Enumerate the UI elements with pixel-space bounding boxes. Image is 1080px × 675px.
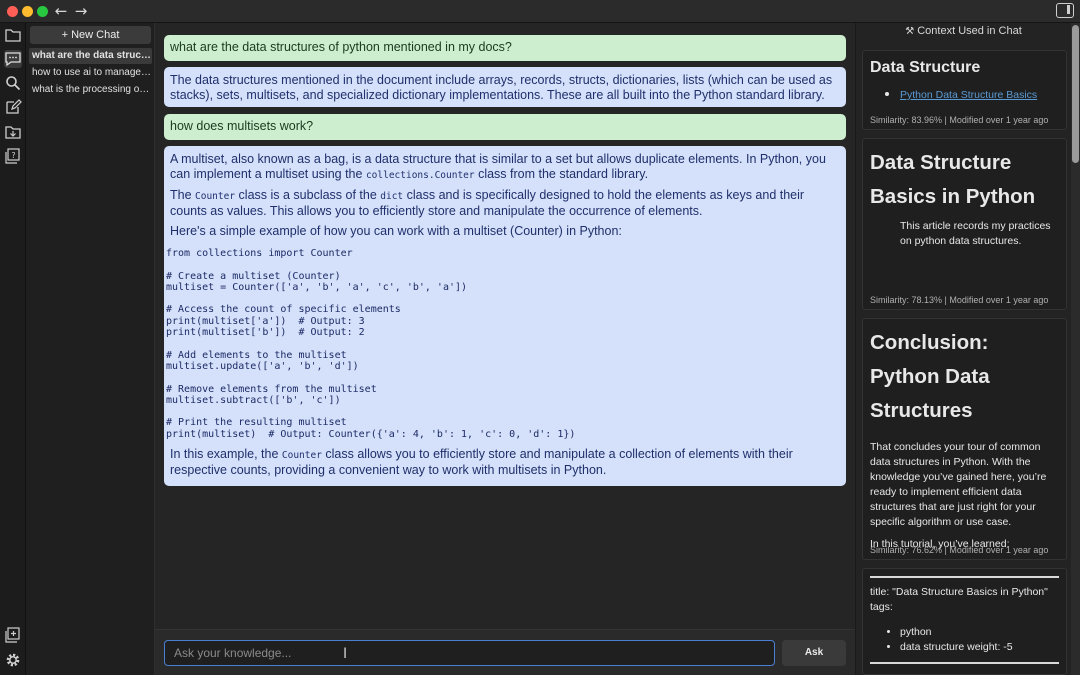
folder-import-icon[interactable]	[4, 123, 22, 141]
edit-note-icon[interactable]	[4, 98, 22, 116]
answer-paragraph: In this example, the Counter class allow…	[170, 447, 793, 478]
user-message: how does multisets work?	[164, 114, 846, 140]
folder-icon[interactable]	[4, 26, 22, 44]
chat-history-sidebar: + New Chat what are the data structures …	[26, 23, 155, 675]
search-icon[interactable]	[4, 74, 22, 92]
chat-icon[interactable]	[4, 50, 22, 68]
code-block: from collections import Counter # Create…	[166, 248, 576, 440]
conversation-pane: what are the data structures of python m…	[155, 23, 855, 675]
card-title: Data Structure	[870, 59, 981, 76]
tag-item: data structure weight: -5	[900, 640, 1059, 655]
tools-icon: ⚒	[905, 26, 915, 37]
frontmatter-title: title: "Data Structure Basics in Python"	[870, 586, 1048, 598]
help-docs-icon[interactable]: ?	[4, 147, 22, 165]
close-window-button[interactable]	[7, 6, 18, 17]
context-card: Conclusion: Python Data Structures That …	[862, 318, 1067, 560]
context-card: title: "Data Structure Basics in Python"…	[862, 568, 1067, 675]
chat-history-item[interactable]: how to use ai to manage my knowledge	[29, 65, 152, 81]
zoom-window-button[interactable]	[37, 6, 48, 17]
chat-history-item[interactable]: what is the processing of the data	[29, 82, 152, 98]
text-cursor-icon: I	[343, 646, 348, 662]
card-text: That concludes your tour of common data …	[870, 441, 1047, 528]
svg-text:?: ?	[11, 151, 15, 160]
divider	[870, 662, 1059, 664]
card-title: Data Structure Basics in Python	[870, 151, 1036, 208]
similarity-meta: Similarity: 76.62% | Modified over 1 yea…	[870, 545, 1049, 555]
doc-link[interactable]: Python Data Structure Basics	[900, 89, 1037, 101]
similarity-meta: Similarity: 83.96% | Modified over 1 yea…	[870, 115, 1049, 125]
back-arrow-icon[interactable]: ←	[52, 2, 70, 20]
answer-paragraph: The Counter class is a subclass of the d…	[170, 188, 805, 218]
gear-icon[interactable]	[4, 651, 22, 669]
user-message: what are the data structures of python m…	[164, 35, 846, 61]
divider	[870, 576, 1059, 578]
context-card: Data Structure Basics in Python This art…	[862, 138, 1067, 310]
add-document-icon[interactable]	[4, 626, 22, 644]
answer-paragraph: Here's a simple example of how you can w…	[170, 224, 622, 238]
minimize-window-button[interactable]	[22, 6, 33, 17]
card-title: Conclusion: Python Data Structures	[870, 331, 990, 422]
input-bar: I Ask	[155, 629, 855, 675]
context-panel: ⚒ Context Used in Chat Data Structure Py…	[855, 23, 1080, 675]
new-chat-button[interactable]: + New Chat	[30, 26, 151, 44]
context-scrollbar[interactable]	[1071, 23, 1080, 675]
frontmatter-tags-label: tags:	[870, 601, 893, 613]
assistant-message: A multiset, also known as a bag, is a da…	[164, 146, 846, 486]
assistant-message: The data structures mentioned in the doc…	[164, 67, 846, 107]
similarity-meta: Similarity: 78.13% | Modified over 1 yea…	[870, 295, 1049, 305]
tag-item: python	[900, 625, 1059, 640]
card-text: This article records my practices on pyt…	[900, 220, 1051, 247]
toggle-right-panel-icon[interactable]	[1056, 3, 1074, 18]
context-header: ⚒ Context Used in Chat	[905, 25, 1022, 37]
forward-arrow-icon[interactable]: →	[72, 2, 90, 20]
ask-input[interactable]	[164, 640, 775, 666]
ask-button[interactable]: Ask	[782, 640, 846, 666]
answer-paragraph: A multiset, also known as a bag, is a da…	[170, 152, 826, 181]
window-titlebar: ← →	[0, 0, 1080, 23]
scrollbar-thumb[interactable]	[1072, 25, 1079, 163]
chat-history-item[interactable]: what are the data structures of python m…	[29, 48, 152, 64]
icon-sidebar: ?	[0, 23, 26, 675]
context-card: Data Structure Python Data Structure Bas…	[862, 50, 1067, 130]
